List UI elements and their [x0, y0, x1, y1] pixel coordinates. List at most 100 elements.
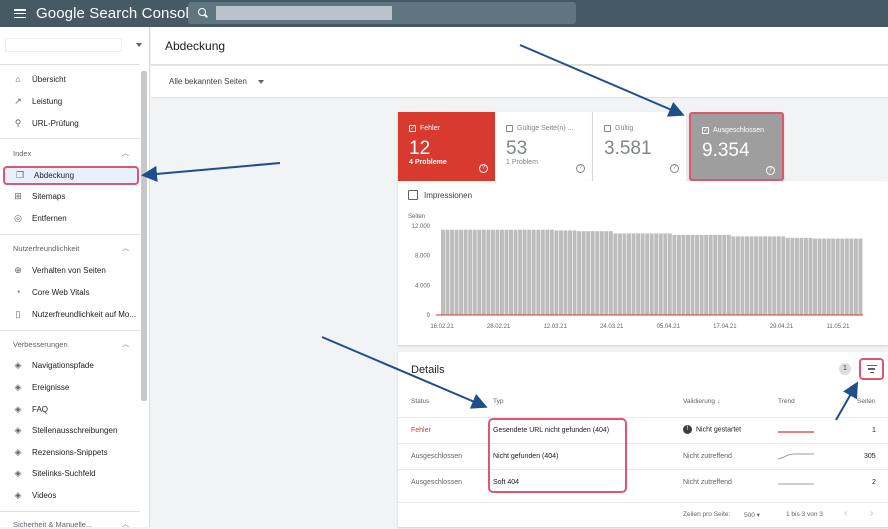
property-selector[interactable]: [5, 38, 122, 52]
chart-bar[interactable]: [663, 233, 668, 315]
chart-bar[interactable]: [849, 238, 854, 315]
next-page-icon[interactable]: ›: [870, 508, 873, 519]
sidebar-item-rezensions-snippets[interactable]: ◈ Rezensions-Snippets: [0, 441, 140, 463]
chart-bar[interactable]: [735, 236, 740, 315]
chart-bar[interactable]: [708, 234, 713, 315]
chart-bar[interactable]: [740, 236, 745, 315]
chevron-up-icon[interactable]: ︿: [122, 243, 129, 253]
sidebar-scrollbar[interactable]: [141, 71, 147, 401]
chart-bar[interactable]: [518, 229, 523, 315]
help-icon[interactable]: ?: [766, 166, 775, 175]
chart-bar[interactable]: [563, 230, 568, 315]
chart-bar[interactable]: [481, 229, 486, 315]
sidebar-item-entfernen[interactable]: ◎ Entfernen: [0, 207, 140, 229]
prev-page-icon[interactable]: ‹: [844, 508, 847, 519]
chart-bar[interactable]: [858, 238, 863, 315]
chart-bar[interactable]: [776, 236, 781, 315]
sidebar-item-uebersicht[interactable]: ⌂ Übersicht: [0, 68, 140, 90]
chart-bar[interactable]: [804, 237, 808, 315]
sidebar-item-core-web-vitals[interactable]: ◔ Core Web Vitals: [0, 281, 140, 303]
chevron-down-icon[interactable]: [258, 80, 264, 84]
chevron-up-icon[interactable]: ︿: [122, 148, 129, 158]
tile-errors[interactable]: ✓ Fehler 12 4 Probleme ?: [398, 112, 495, 181]
chart-bar[interactable]: [445, 229, 450, 315]
chevron-up-icon[interactable]: ︿: [122, 519, 129, 529]
sidebar-item-stellenausschreibungen[interactable]: ◈ Stellenausschreibungen: [0, 419, 140, 441]
sidebar-item-verhalten[interactable]: ⊕ Verhalten von Seiten: [0, 259, 140, 281]
chart-bar[interactable]: [459, 229, 464, 315]
tile-valid-warnings[interactable]: Gültige Seite(n) ... 53 1 Problem ?: [495, 112, 593, 181]
chart-bar[interactable]: [758, 236, 763, 315]
chart-bar[interactable]: [486, 229, 491, 315]
chart-bar[interactable]: [640, 233, 645, 315]
chart-bar[interactable]: [590, 231, 595, 315]
chart-bar[interactable]: [853, 238, 858, 315]
chart-bar[interactable]: [531, 229, 536, 315]
chart-bar[interactable]: [767, 236, 772, 315]
chart-bar[interactable]: [558, 230, 563, 315]
chart-bar[interactable]: [613, 233, 618, 315]
chart-bar[interactable]: [631, 233, 636, 315]
chart-bar[interactable]: [704, 234, 709, 315]
chart-bar[interactable]: [604, 231, 609, 315]
header-validation[interactable]: Validierung ↓: [683, 398, 720, 405]
chart-bar[interactable]: [572, 230, 577, 315]
chart-bar[interactable]: [463, 229, 468, 315]
chart-bar[interactable]: [522, 229, 527, 315]
chart-bar[interactable]: [658, 233, 663, 315]
chart-bar[interactable]: [676, 234, 681, 315]
sidebar-item-url-pruefung[interactable]: ⚲ URL-Prüfung: [0, 112, 140, 134]
chart-bar[interactable]: [581, 231, 586, 315]
chart-bar[interactable]: [717, 234, 722, 315]
chart-bar[interactable]: [568, 230, 572, 315]
chart-bar[interactable]: [808, 237, 813, 315]
chart-bar[interactable]: [622, 233, 627, 315]
sidebar-item-mobile[interactable]: ▯ Nutzerfreundlichkeit auf Mo...: [0, 303, 140, 325]
chart-bar[interactable]: [536, 229, 541, 315]
chart-bar[interactable]: [813, 238, 818, 315]
checkbox-icon[interactable]: [506, 125, 513, 132]
chart-bar[interactable]: [577, 231, 582, 315]
chart-bar[interactable]: [745, 236, 749, 315]
chart-bar[interactable]: [499, 229, 504, 315]
chart-bar[interactable]: [527, 229, 532, 315]
chart-bar[interactable]: [513, 229, 518, 315]
chart-bar[interactable]: [586, 231, 591, 315]
chart-bar[interactable]: [654, 233, 659, 315]
chart-bar[interactable]: [608, 231, 613, 315]
sidebar-item-sitelinks-suchfeld[interactable]: ◈ Sitelinks-Suchfeld: [0, 462, 140, 484]
chart-bar[interactable]: [672, 234, 677, 315]
search-bar[interactable]: [188, 2, 576, 24]
table-row[interactable]: Fehler Gesendete URL nicht gefunden (404…: [398, 417, 888, 443]
sidebar-item-ereignisse[interactable]: ◈ Ereignisse: [0, 376, 140, 398]
chart-bar[interactable]: [790, 237, 795, 315]
tile-valid[interactable]: Gültig 3.581 ?: [593, 112, 686, 181]
chart-bar[interactable]: [785, 237, 790, 315]
chevron-up-icon[interactable]: ︿: [122, 339, 129, 349]
chart-bar[interactable]: [554, 230, 559, 315]
chart-bar[interactable]: [441, 229, 445, 315]
chart-bar[interactable]: [754, 236, 759, 315]
sidebar-item-leistung[interactable]: ↗ Leistung: [0, 90, 140, 112]
help-icon[interactable]: ?: [576, 164, 585, 173]
chart-bar[interactable]: [477, 229, 482, 315]
chart-bar[interactable]: [545, 229, 550, 315]
chart-bar[interactable]: [726, 234, 731, 315]
chart-bar[interactable]: [490, 229, 495, 315]
chart-bar[interactable]: [749, 236, 754, 315]
chart-bar[interactable]: [649, 233, 654, 315]
chart-bar[interactable]: [686, 234, 690, 315]
chart-bar[interactable]: [540, 229, 545, 315]
header-status[interactable]: Status: [411, 398, 429, 405]
chart-bar[interactable]: [835, 238, 840, 315]
chart-bar[interactable]: [617, 233, 622, 315]
chart-bar[interactable]: [454, 229, 459, 315]
chart-bar[interactable]: [599, 231, 604, 315]
chart-bar[interactable]: [595, 231, 600, 315]
chart-bar[interactable]: [781, 236, 786, 315]
filter-button[interactable]: [859, 358, 884, 380]
chart-bar[interactable]: [681, 234, 686, 315]
sidebar-item-navigationspfade[interactable]: ◈ Navigationspfade: [0, 354, 140, 376]
chart-bar[interactable]: [509, 229, 513, 315]
chart-bar[interactable]: [799, 237, 804, 315]
